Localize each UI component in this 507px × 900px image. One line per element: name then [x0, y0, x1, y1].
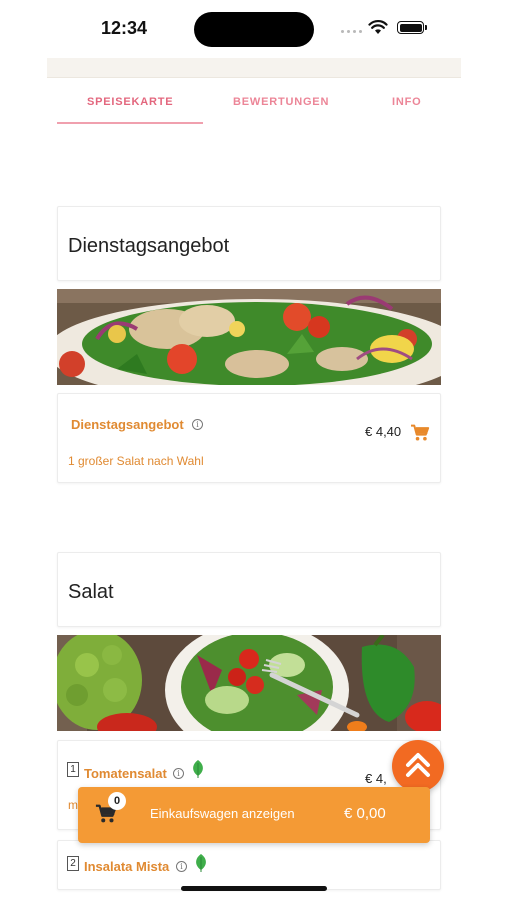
section-image-salad-bowl [57, 635, 441, 731]
tab-bewertungen[interactable]: BEWERTUNGEN [233, 96, 329, 108]
section-header-salat: Salat [57, 552, 441, 627]
header-band [47, 58, 461, 78]
cart-label: Einkaufswagen anzeigen [150, 806, 295, 821]
item-number-badge: 1 [67, 762, 79, 777]
info-icon[interactable]: i [192, 419, 203, 430]
leaf-icon [193, 760, 203, 778]
battery-icon [397, 21, 424, 34]
section-title: Salat [68, 581, 114, 603]
add-to-cart-icon[interactable] [410, 424, 430, 442]
section-header-dienstagsangebot: Dienstagsangebot [57, 206, 441, 281]
section-image-salad-chicken [57, 289, 441, 385]
tab-bar: SPEISEKARTE BEWERTUNGEN INFO [47, 80, 461, 126]
info-icon[interactable]: i [176, 861, 187, 872]
item-price: € 4, [365, 771, 387, 786]
item-number-badge: 2 [67, 856, 79, 871]
leaf-icon [196, 854, 206, 872]
status-bar: 12:34 [0, 0, 507, 58]
item-description: 1 großer Salat nach Wahl [68, 454, 204, 468]
item-name[interactable]: Insalata Mista [84, 859, 169, 874]
item-price: € 4,40 [365, 424, 402, 439]
menu-item-insalata-mista[interactable]: 2 Insalata Mista i [57, 840, 441, 890]
tab-active-indicator [57, 122, 203, 124]
view-cart-button[interactable]: 0 Einkaufswagen anzeigen € 0,00 [78, 787, 430, 843]
double-chevron-up-icon [406, 753, 430, 777]
signal-icon [341, 30, 362, 33]
menu-item-dienstagsangebot[interactable]: Dienstagsangebot i € 4,40 1 großer Salat… [57, 393, 441, 483]
item-name[interactable]: Dienstagsangebot [71, 417, 184, 432]
scroll-to-top-button[interactable] [392, 740, 444, 792]
dynamic-island [194, 12, 314, 47]
tab-info[interactable]: INFO [392, 96, 421, 108]
tab-speisekarte[interactable]: SPEISEKARTE [87, 96, 173, 108]
cart-total: € 0,00 [344, 805, 386, 822]
status-time: 12:34 [101, 18, 148, 38]
home-indicator [181, 886, 327, 891]
section-title: Dienstagsangebot [68, 235, 230, 257]
item-description: m [68, 798, 78, 812]
info-icon[interactable]: i [173, 768, 184, 779]
wifi-icon [368, 20, 388, 34]
item-name[interactable]: Tomatensalat [84, 766, 167, 781]
battery-tip [425, 25, 427, 30]
cart-count-badge: 0 [108, 792, 126, 810]
